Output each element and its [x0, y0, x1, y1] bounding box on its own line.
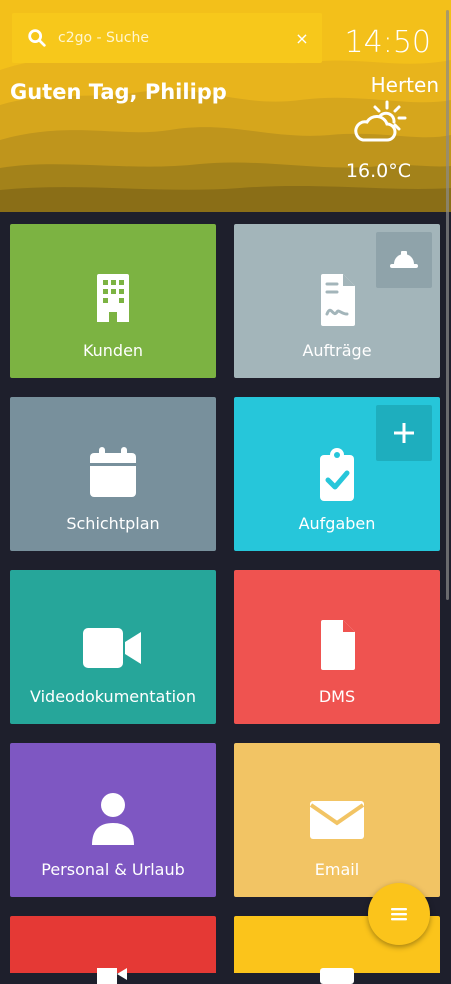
clock-time: 14:50 [344, 25, 431, 60]
tile-label: Kunden [82, 341, 144, 360]
header: × 14:50 Guten Tag, Philipp Herten 16.0°C [0, 0, 451, 212]
contract-icon [321, 274, 355, 326]
plus-icon [394, 423, 414, 443]
hardhat-icon [390, 251, 418, 268]
greeting-text: Guten Tag, Philipp [10, 80, 227, 104]
scrollbar[interactable] [446, 10, 449, 600]
tile-kunden[interactable]: Kunden [10, 224, 216, 378]
envelope-icon [309, 801, 365, 839]
tile-email[interactable]: Email [234, 743, 440, 897]
tile-dms[interactable]: DMS [234, 570, 440, 724]
mail-icon [320, 968, 354, 984]
tile-schichtplan[interactable]: Schichtplan [10, 397, 216, 551]
weather-city: Herten [370, 73, 439, 97]
tile-label: Schichtplan [66, 514, 160, 533]
building-icon [97, 274, 129, 322]
tile-personal-urlaub[interactable]: Personal & Urlaub [10, 743, 216, 897]
tile-label: Personal & Urlaub [41, 860, 185, 879]
logout-icon [97, 968, 127, 984]
video-camera-icon [83, 628, 141, 668]
partly-cloudy-icon [354, 100, 407, 142]
search-bar: × [12, 13, 322, 63]
calendar-icon [90, 447, 136, 497]
tile-videodokumentation[interactable]: Videodokumentation [10, 570, 216, 724]
document-icon [321, 620, 355, 670]
search-icon [28, 29, 46, 47]
tile-auftraege[interactable]: Aufträge [234, 224, 440, 378]
user-icon [92, 793, 134, 845]
add-task-button[interactable] [376, 405, 432, 461]
tile-aufgaben[interactable]: Aufgaben [234, 397, 440, 551]
menu-fab-button[interactable] [368, 883, 430, 945]
quick-action-button[interactable] [376, 232, 432, 288]
search-input[interactable] [56, 29, 290, 47]
clear-search-button[interactable]: × [292, 28, 312, 48]
tile-label: Videodokumentation [30, 687, 196, 706]
tile-label: Email [314, 860, 360, 879]
tile-label: DMS [318, 687, 356, 706]
tile-logout[interactable] [10, 916, 216, 984]
tile-label: Aufträge [302, 341, 372, 360]
tile-label: Aufgaben [298, 514, 376, 533]
menu-icon [391, 908, 407, 921]
clipboard-check-icon [320, 448, 354, 501]
close-icon: × [295, 28, 309, 48]
temperature: 16.0°C [345, 160, 411, 182]
